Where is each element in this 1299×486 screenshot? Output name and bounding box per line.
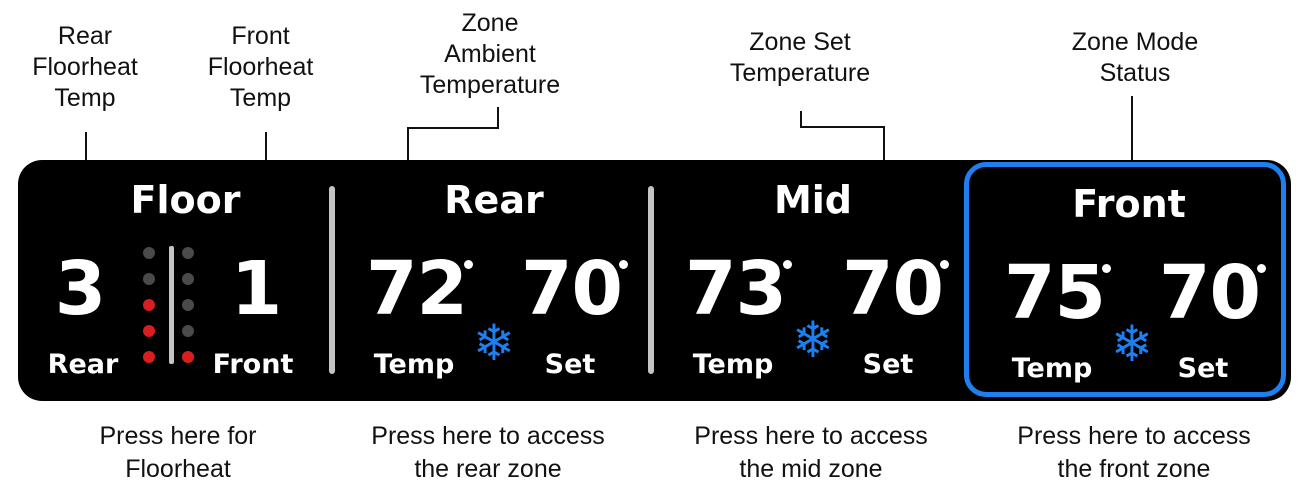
front-floorheat-level-dot [182,351,194,363]
mid-zone-set-temp: 70 [842,246,944,332]
mid-zone-set-label: Set [862,349,914,380]
front-floorheat-level-dot [182,273,194,285]
degree-symbol [1257,264,1266,273]
rear-zone-button[interactable]: Rear 72 70 Temp Set ❄ [336,160,649,401]
leader-line-ambient-b [407,127,499,129]
floor-title: Floor [130,178,241,222]
front-zone-set-label: Set [1177,353,1229,384]
front-zone-ambient-temp: 75 [1004,250,1106,336]
rear-floorheat-level-dot [143,351,155,363]
callout-rear-floorheat-temp: Rear Floorheat Temp [32,22,138,112]
mid-zone-ambient-temp: 73 [685,246,787,332]
mid-zone-temp-label: Temp [692,349,774,380]
front-floorheat-level-dot [182,325,194,337]
rear-floorheat-level-dot [143,325,155,337]
degree-symbol [464,260,473,269]
front-floorheat-label: Front [212,349,294,380]
press-label-rear: Press here to access the rear zone [371,422,605,483]
press-label-mid: Press here to access the mid zone [694,422,928,483]
leader-line-ambient-a [497,107,499,128]
snowflake-icon: ❄ [1111,315,1153,373]
rear-floorheat-label: Rear [47,349,119,380]
rear-floorheat-level-dot [143,247,155,259]
mid-zone-button[interactable]: Mid 73 70 Temp Set ❄ [655,160,960,401]
press-label-front: Press here to access the front zone [1017,422,1251,483]
rear-floorheat-level-dot [143,299,155,311]
leader-line-set-a [800,111,802,127]
rear-zone-title: Rear [444,178,544,222]
zone-divider [329,186,335,374]
press-label-floor: Press here for Floorheat [99,422,257,483]
mid-zone-title: Mid [773,178,853,222]
degree-symbol [940,260,949,269]
snowflake-icon: ❄ [792,311,834,369]
degree-symbol [1102,264,1111,273]
rear-zone-temp-label: Temp [373,349,455,380]
front-floorheat-level-dot [182,247,194,259]
callout-front-floorheat-temp: Front Floorheat Temp [207,22,314,112]
callout-zone-mode-status: Zone Mode Status [1071,28,1199,87]
rear-zone-ambient-temp: 72 [366,246,468,332]
front-zone-title: Front [1072,182,1186,226]
degree-symbol [619,260,628,269]
degree-symbol [783,260,792,269]
front-zone-temp-label: Temp [1011,353,1093,384]
floor-section-button[interactable]: Floor 3 1 Rear Front [18,160,323,401]
rear-floorheat-level-dot [143,273,155,285]
front-zone-set-temp: 70 [1159,250,1261,336]
callout-zone-set-temperature: Zone Set Temperature [729,28,871,87]
floor-level-divider [169,246,174,364]
front-floorheat-level-dot [182,299,194,311]
rear-floorheat-value: 3 [54,246,107,332]
rear-zone-set-temp: 70 [521,246,623,332]
front-zone-button[interactable]: Front 75 70 Temp Set ❄ [964,162,1286,397]
front-floorheat-value: 1 [230,246,283,332]
callout-zone-ambient-temperature: Zone Ambient Temperature [419,9,561,99]
rear-zone-set-label: Set [544,349,596,380]
leader-line-set-b [800,126,885,128]
zone-divider [648,186,654,374]
snowflake-icon: ❄ [473,314,515,372]
